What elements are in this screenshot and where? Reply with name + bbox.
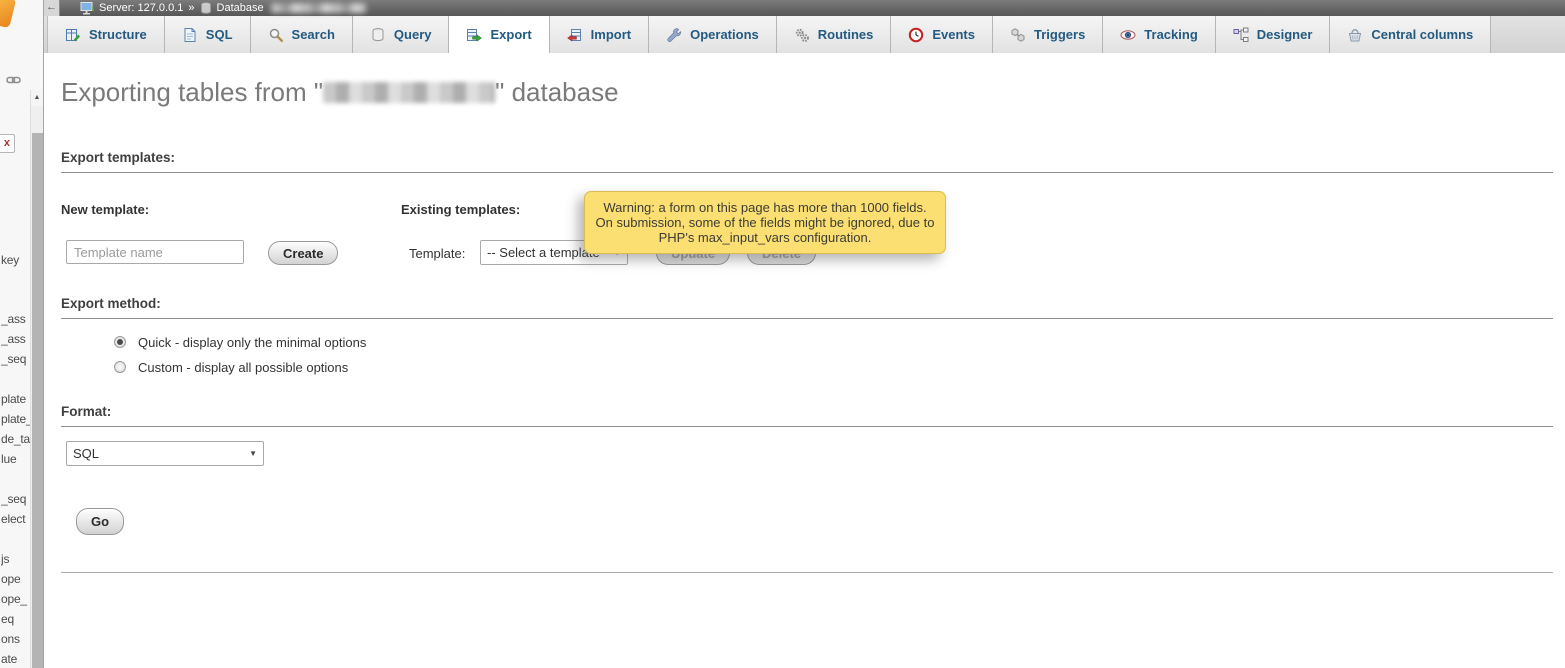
nav-tree-item[interactable]: _seq bbox=[1, 492, 30, 507]
nav-tree-item[interactable]: plate_ bbox=[1, 412, 30, 427]
create-template-button[interactable]: Create bbox=[268, 241, 338, 265]
tab-label: Import bbox=[591, 27, 631, 42]
new-template-label: New template: bbox=[61, 202, 149, 217]
tab-label: Operations bbox=[690, 27, 759, 42]
tab-label: Structure bbox=[89, 27, 147, 42]
tab-label: Routines bbox=[818, 27, 874, 42]
central-columns-icon bbox=[1347, 27, 1363, 43]
format-select[interactable]: SQL ▼ bbox=[66, 441, 264, 466]
breadcrumb-separator: » bbox=[188, 2, 194, 14]
nav-tree-item[interactable]: _ass bbox=[1, 332, 30, 347]
nav-tree-item[interactable]: elect bbox=[1, 512, 30, 527]
tab-structure[interactable]: Structure bbox=[48, 16, 165, 53]
tab-events[interactable]: Events bbox=[891, 16, 993, 53]
tab-label: Triggers bbox=[1034, 27, 1085, 42]
existing-templates-label: Existing templates: bbox=[401, 202, 520, 217]
tab-sql[interactable]: SQL bbox=[165, 16, 251, 53]
quick-export-radio[interactable] bbox=[114, 336, 126, 348]
breadcrumb: Server: 127.0.0.1 » Database bbox=[80, 1, 366, 15]
pma-logo-fragment bbox=[0, 0, 16, 28]
tab-label: Central columns bbox=[1371, 27, 1473, 42]
tab-routines[interactable]: Routines bbox=[777, 16, 892, 53]
nav-tree-item[interactable]: plate bbox=[1, 392, 30, 407]
database-name-redacted bbox=[271, 3, 366, 13]
nav-tree-item[interactable]: ons bbox=[1, 632, 30, 647]
page-title-suffix: " database bbox=[495, 77, 618, 107]
breadcrumb-bar: ← Server: 127.0.0.1 » Database bbox=[44, 0, 1565, 16]
triggers-icon bbox=[1010, 27, 1026, 43]
tab-export[interactable]: Export bbox=[449, 16, 549, 53]
export-method-section-title: Export method: bbox=[61, 296, 1553, 319]
export-page-content: Exporting tables from " " database Export… bbox=[44, 53, 1565, 668]
page-title: Exporting tables from " " database bbox=[61, 77, 619, 108]
quick-export-label[interactable]: Quick - display only the minimal options bbox=[138, 335, 366, 350]
nav-tree-item[interactable]: _seq bbox=[1, 352, 30, 367]
routines-icon bbox=[794, 27, 810, 43]
designer-icon bbox=[1233, 27, 1249, 43]
events-icon bbox=[908, 27, 924, 43]
tab-tracking[interactable]: Tracking bbox=[1103, 16, 1215, 53]
tab-search[interactable]: Search bbox=[251, 16, 353, 53]
export-icon bbox=[466, 27, 482, 43]
custom-export-radio[interactable] bbox=[114, 361, 126, 373]
nav-tree-item[interactable]: ope bbox=[1, 572, 30, 587]
link-icon[interactable] bbox=[6, 73, 21, 91]
tab-central-columns[interactable]: Central columns bbox=[1330, 16, 1491, 53]
custom-export-label[interactable]: Custom - display all possible options bbox=[138, 360, 348, 375]
filter-clear-button[interactable]: x bbox=[0, 134, 15, 153]
scroll-up-icon[interactable]: ▲ bbox=[31, 90, 43, 106]
tab-import[interactable]: Import bbox=[550, 16, 649, 53]
tab-operations[interactable]: Operations bbox=[649, 16, 777, 53]
tab-designer[interactable]: Designer bbox=[1216, 16, 1331, 53]
phpmyadmin-export-page: x key _ass _ass _seq plate plate_ de_ta … bbox=[0, 0, 1565, 668]
tab-label: Designer bbox=[1257, 27, 1313, 42]
nav-tree-item[interactable]: de_ta bbox=[1, 432, 30, 447]
format-select-value: SQL bbox=[73, 446, 243, 461]
tab-label: Search bbox=[292, 27, 335, 42]
tab-label: Events bbox=[932, 27, 975, 42]
tab-label: Query bbox=[394, 27, 432, 42]
search-icon bbox=[268, 27, 284, 43]
export-templates-section-title: Export templates: bbox=[61, 150, 1553, 173]
tab-triggers[interactable]: Triggers bbox=[993, 16, 1103, 53]
structure-icon bbox=[65, 27, 81, 43]
tab-label: Tracking bbox=[1144, 27, 1197, 42]
tracking-icon bbox=[1120, 27, 1136, 43]
server-monitor-icon bbox=[80, 1, 94, 15]
breadcrumb-server[interactable]: Server: 127.0.0.1 bbox=[99, 2, 183, 14]
page-title-prefix: Exporting tables from " bbox=[61, 77, 323, 107]
nav-tree-item[interactable]: ate bbox=[1, 652, 30, 667]
tab-bar: Structure SQL Search Query Export Import bbox=[44, 16, 1565, 53]
max-input-vars-warning-tooltip: Warning: a form on this page has more th… bbox=[584, 191, 946, 254]
breadcrumb-database[interactable]: Database bbox=[217, 2, 264, 14]
nav-tree-item[interactable]: key bbox=[1, 253, 30, 268]
nav-tree-item[interactable]: lue bbox=[1, 452, 30, 467]
go-button[interactable]: Go bbox=[76, 508, 124, 535]
nav-tree-item[interactable]: _ass bbox=[1, 312, 30, 327]
format-section-title: Format: bbox=[61, 404, 1553, 427]
tab-query[interactable]: Query bbox=[353, 16, 450, 53]
nav-tree-item[interactable]: js bbox=[1, 552, 30, 567]
nav-tree-item[interactable]: ope_ bbox=[1, 592, 30, 607]
query-icon bbox=[370, 27, 386, 43]
database-name-redacted bbox=[323, 82, 495, 103]
operations-icon bbox=[666, 27, 682, 43]
tab-label: SQL bbox=[206, 27, 233, 42]
import-icon bbox=[567, 27, 583, 43]
chevron-down-icon: ▼ bbox=[249, 449, 257, 458]
template-name-input[interactable] bbox=[66, 240, 244, 264]
tab-label: Export bbox=[490, 27, 531, 42]
nav-tree-item[interactable]: eq bbox=[1, 612, 30, 627]
sidebar-scrollbar[interactable]: ▲ bbox=[30, 90, 43, 668]
back-button[interactable]: ← bbox=[44, 0, 60, 16]
scrollbar-thumb[interactable] bbox=[32, 133, 43, 668]
main-frame: ← Server: 127.0.0.1 » Database Structure bbox=[43, 0, 1565, 668]
template-label: Template: bbox=[409, 246, 465, 261]
database-icon bbox=[200, 2, 212, 15]
bottom-divider bbox=[61, 572, 1553, 573]
sql-icon bbox=[182, 27, 198, 43]
